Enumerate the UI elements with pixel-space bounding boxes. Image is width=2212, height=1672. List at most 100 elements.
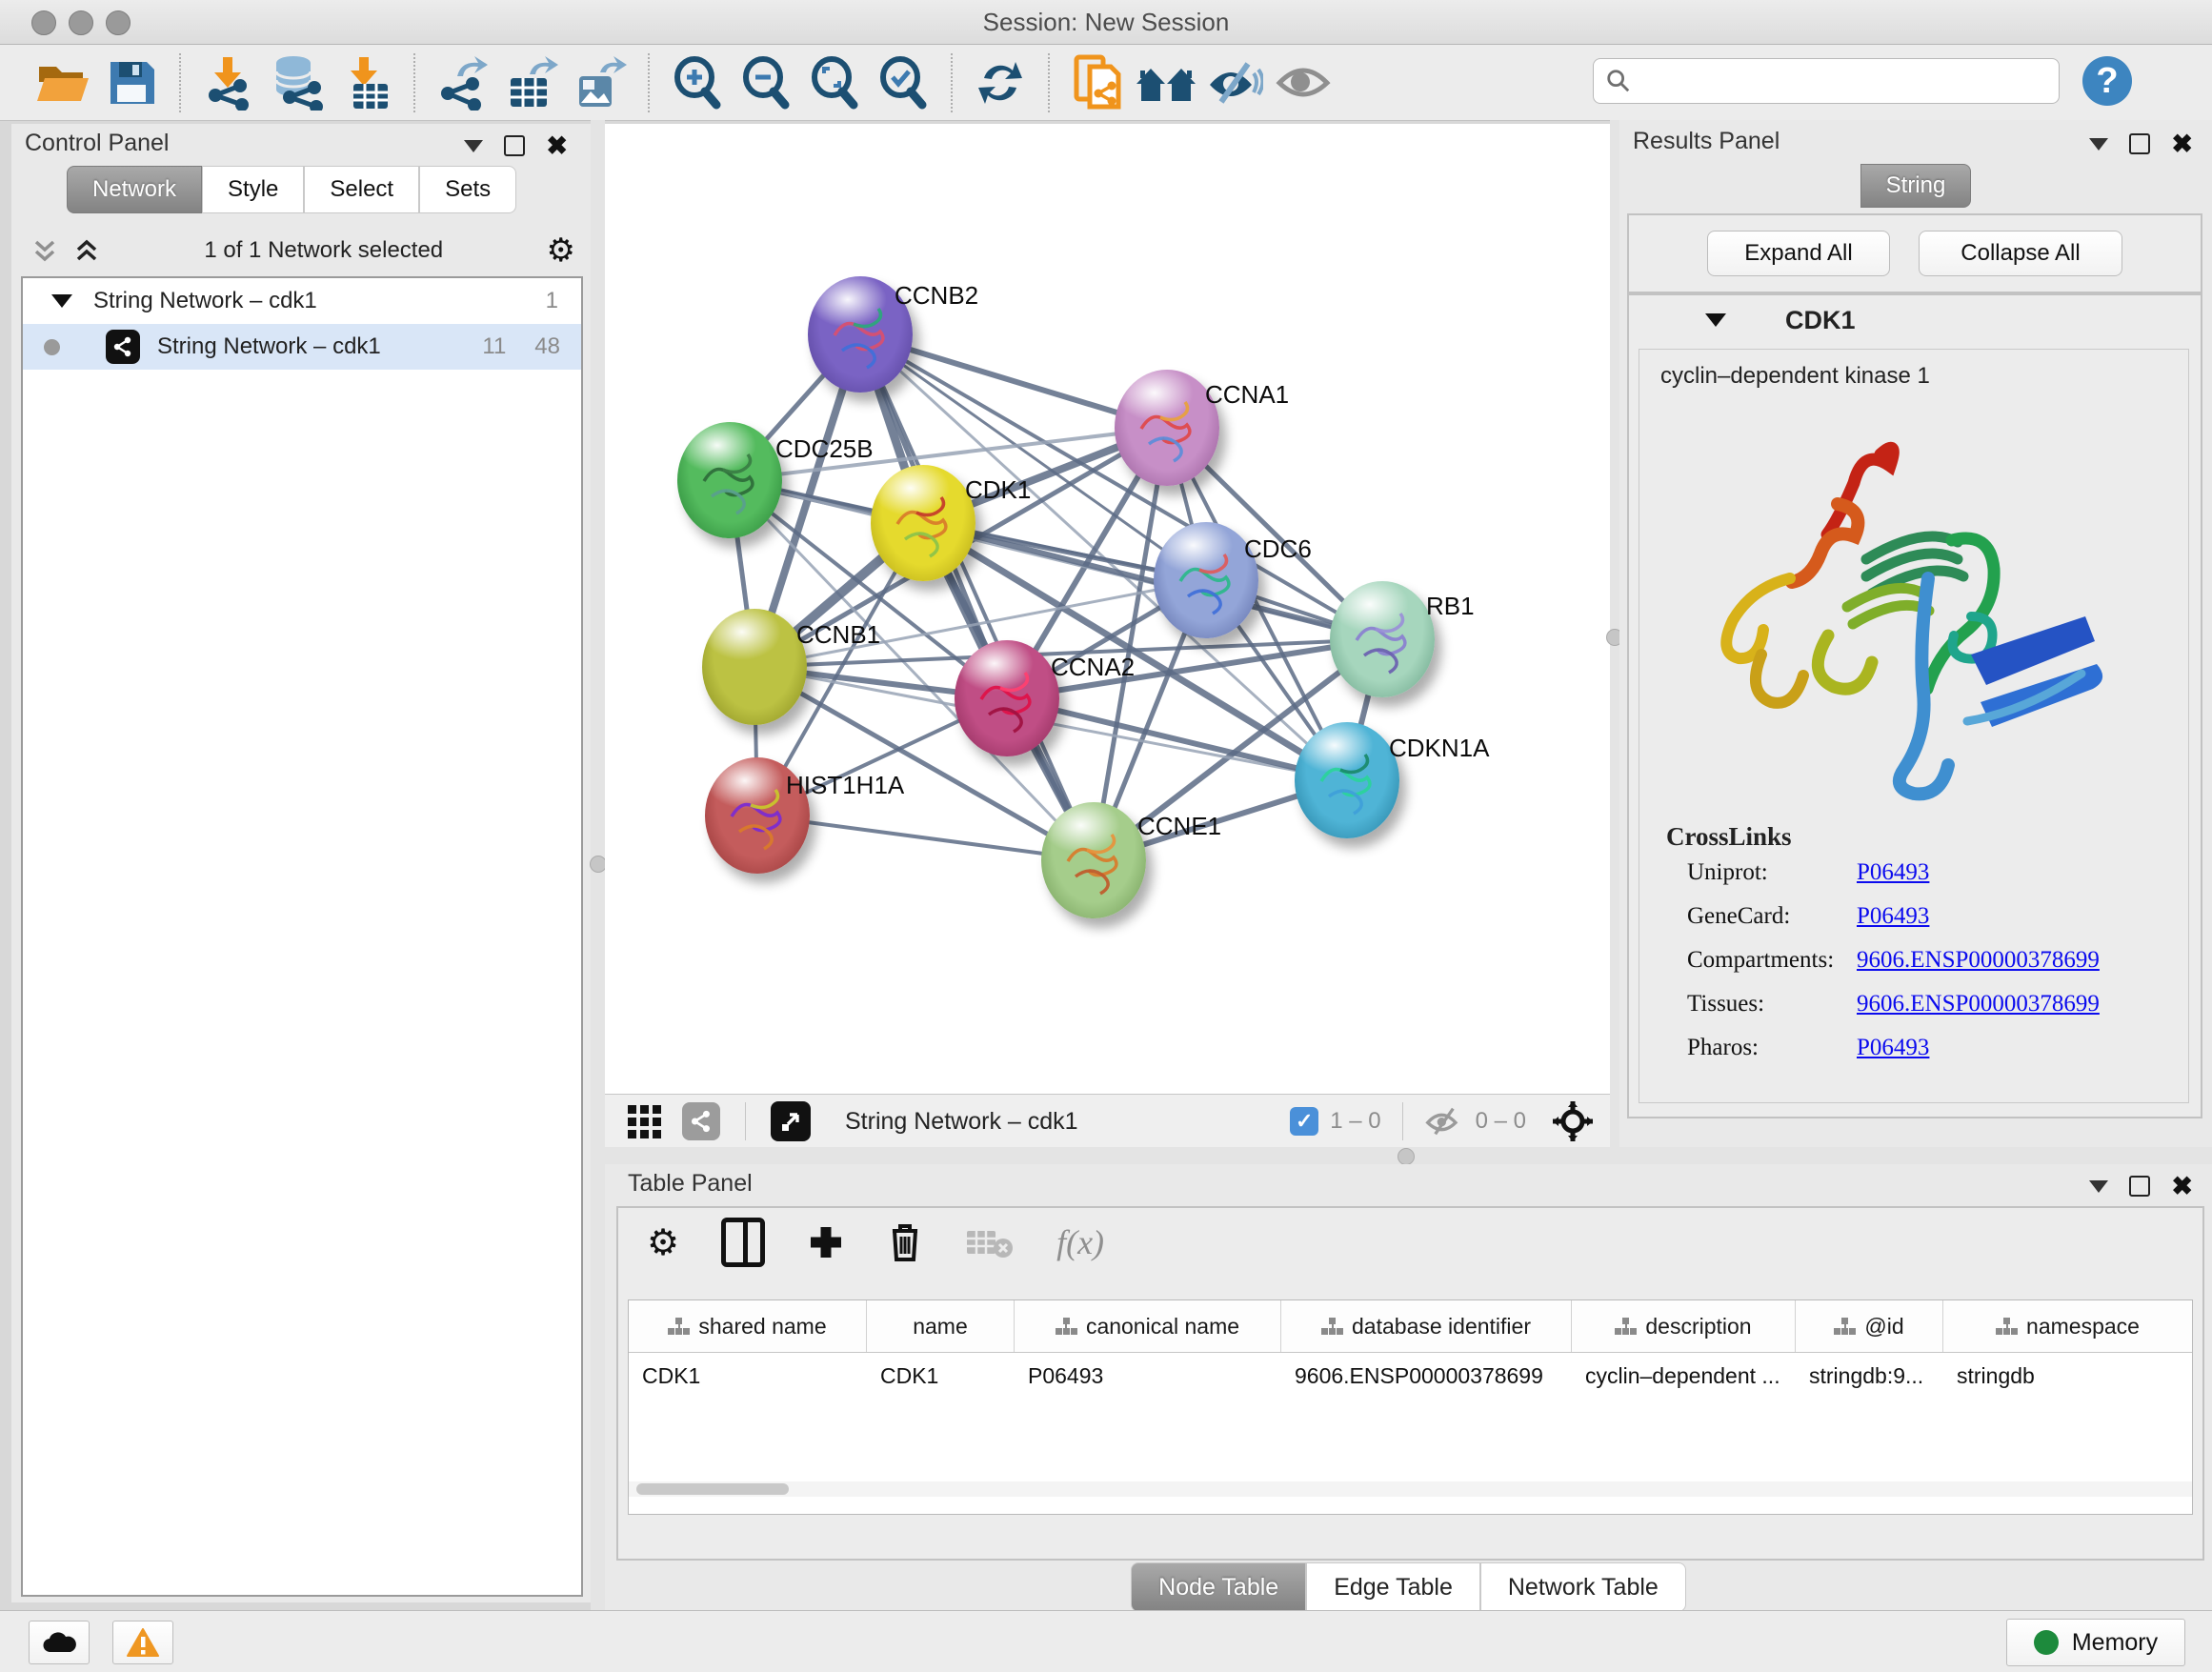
network-status-dot [44,339,60,355]
results-panel-close-button[interactable]: ✖ [2171,135,2193,152]
pan-target-icon[interactable] [1551,1099,1595,1143]
table-panel-maximize-button[interactable] [2129,1176,2150,1197]
table-row[interactable]: CDK1CDK1P064939606.ENSP00000378699cyclin… [629,1353,2192,1399]
network-node-count: 11 [482,333,506,360]
expand-all-icon[interactable] [72,236,101,265]
crosslink-link[interactable]: 9606.ENSP00000378699 [1857,991,2100,1017]
memory-button[interactable]: Memory [2006,1619,2185,1666]
tab-string[interactable]: String [1860,164,1972,208]
table-cell[interactable]: CDK1 [867,1353,1015,1399]
network-options-gear-icon[interactable]: ⚙ [547,232,575,270]
birdseye-view-icon[interactable] [771,1101,811,1141]
network-node-rb1[interactable] [1330,581,1435,697]
scrollbar-thumb[interactable] [636,1483,789,1495]
column-header-description[interactable]: description [1572,1300,1796,1352]
tab-node-table[interactable]: Node Table [1131,1562,1306,1612]
tab-edge-table[interactable]: Edge Table [1306,1562,1480,1612]
entry-header[interactable]: CDK1 [1629,295,2201,345]
network-node-cdc25b[interactable] [677,422,782,538]
divider-control-network[interactable] [591,120,605,1610]
open-session-button[interactable] [29,51,97,114]
entry-expander-icon[interactable] [1705,313,1726,327]
crosslink-link[interactable]: P06493 [1857,859,1929,886]
hidden-eye-slash-icon[interactable] [1424,1106,1464,1137]
divider-network-results[interactable] [1610,120,1619,1147]
shared-column-icon [1615,1318,1636,1335]
help-button[interactable]: ? [2082,56,2132,106]
expand-all-button[interactable]: Expand All [1707,231,1890,276]
hide-selected-button[interactable] [1200,51,1269,114]
table-cell[interactable]: P06493 [1015,1353,1281,1399]
results-panel-float-button[interactable] [2089,138,2108,151]
control-panel-float-button[interactable] [464,140,483,152]
import-network-file-button[interactable] [194,51,263,114]
refresh-layout-button[interactable] [966,51,1035,114]
network-collection-row[interactable]: String Network – cdk1 1 [23,278,581,324]
tab-select[interactable]: Select [304,166,419,213]
add-column-icon[interactable] [807,1223,845,1261]
table-cell[interactable]: stringdb [1943,1353,2192,1399]
network-node-ccne1[interactable] [1041,802,1146,918]
collapse-all-button[interactable]: Collapse All [1919,231,2122,276]
zoom-out-button[interactable] [732,51,800,114]
table-cell[interactable]: stringdb:9... [1796,1353,1943,1399]
table-cell[interactable]: cyclin–dependent ... [1572,1353,1796,1399]
collapse-all-icon[interactable] [30,236,59,265]
network-row[interactable]: String Network – cdk1 11 48 [23,324,581,370]
column-header-namespace[interactable]: namespace [1943,1300,2192,1352]
tab-network-table[interactable]: Network Table [1480,1562,1686,1612]
zoom-fit-button[interactable] [800,51,869,114]
column-header-name[interactable]: name [867,1300,1015,1352]
export-table-button[interactable] [497,51,566,114]
tab-sets[interactable]: Sets [419,166,516,213]
tab-network[interactable]: Network [67,166,202,213]
grid-view-icon[interactable] [628,1105,661,1138]
network-node-cdkn1a[interactable] [1295,722,1399,838]
network-type-badge-icon[interactable] [682,1102,720,1140]
tab-style[interactable]: Style [202,166,304,213]
network-node-cdk1[interactable] [871,465,975,581]
import-table-file-button[interactable] [332,51,400,114]
network-node-ccna2[interactable] [955,640,1059,756]
zoom-in-button[interactable] [663,51,732,114]
control-panel-maximize-button[interactable] [504,135,525,156]
crosslink-link[interactable]: P06493 [1857,1035,1929,1061]
cloud-services-button[interactable] [29,1621,90,1664]
control-panel-close-button[interactable]: ✖ [546,137,568,154]
warnings-button[interactable] [112,1621,173,1664]
table-hscrollbar[interactable] [629,1481,2192,1497]
save-session-button[interactable] [97,51,166,114]
crosslink-link[interactable]: 9606.ENSP00000378699 [1857,947,2100,974]
tree-expander-icon[interactable] [51,294,72,308]
clone-network-button[interactable] [1063,51,1132,114]
network-node-ccnb1[interactable] [702,609,807,725]
table-cell[interactable]: CDK1 [629,1353,867,1399]
divider-grip[interactable] [1398,1148,1415,1165]
selected-checkbox-icon[interactable]: ✓ [1290,1107,1318,1136]
export-image-button[interactable] [566,51,634,114]
network-node-cdc6[interactable] [1154,522,1258,638]
column-header-canonical-name[interactable]: canonical name [1015,1300,1281,1352]
network-canvas[interactable]: CCNB2CCNA1CDC25BCDK1CDC6RB1CCNB1CCNA2CDK… [605,124,1610,1094]
results-panel-maximize-button[interactable] [2129,133,2150,154]
table-cell[interactable]: 9606.ENSP00000378699 [1281,1353,1572,1399]
table-options-gear-icon[interactable]: ⚙ [647,1221,679,1264]
zoom-selected-button[interactable] [869,51,937,114]
search-input[interactable] [1632,67,2047,95]
column-header-database-identifier[interactable]: database identifier [1281,1300,1572,1352]
network-type-icon [106,330,140,364]
table-panel-close-button[interactable]: ✖ [2171,1178,2193,1195]
network-node-ccna1[interactable] [1115,370,1219,486]
delete-column-icon[interactable] [887,1221,923,1263]
show-all-button[interactable] [1269,51,1337,114]
column-header-shared-name[interactable]: shared name [629,1300,867,1352]
column-header--id[interactable]: @id [1796,1300,1943,1352]
export-network-button[interactable] [429,51,497,114]
network-list-header: 1 of 1 Network selected ⚙ [30,227,575,274]
import-network-database-button[interactable] [263,51,332,114]
divider-network-table[interactable] [605,1147,2212,1164]
crosslink-link[interactable]: P06493 [1857,903,1929,930]
column-manager-icon[interactable] [721,1218,765,1267]
first-neighbors-button[interactable] [1132,51,1200,114]
table-panel-float-button[interactable] [2089,1180,2108,1193]
